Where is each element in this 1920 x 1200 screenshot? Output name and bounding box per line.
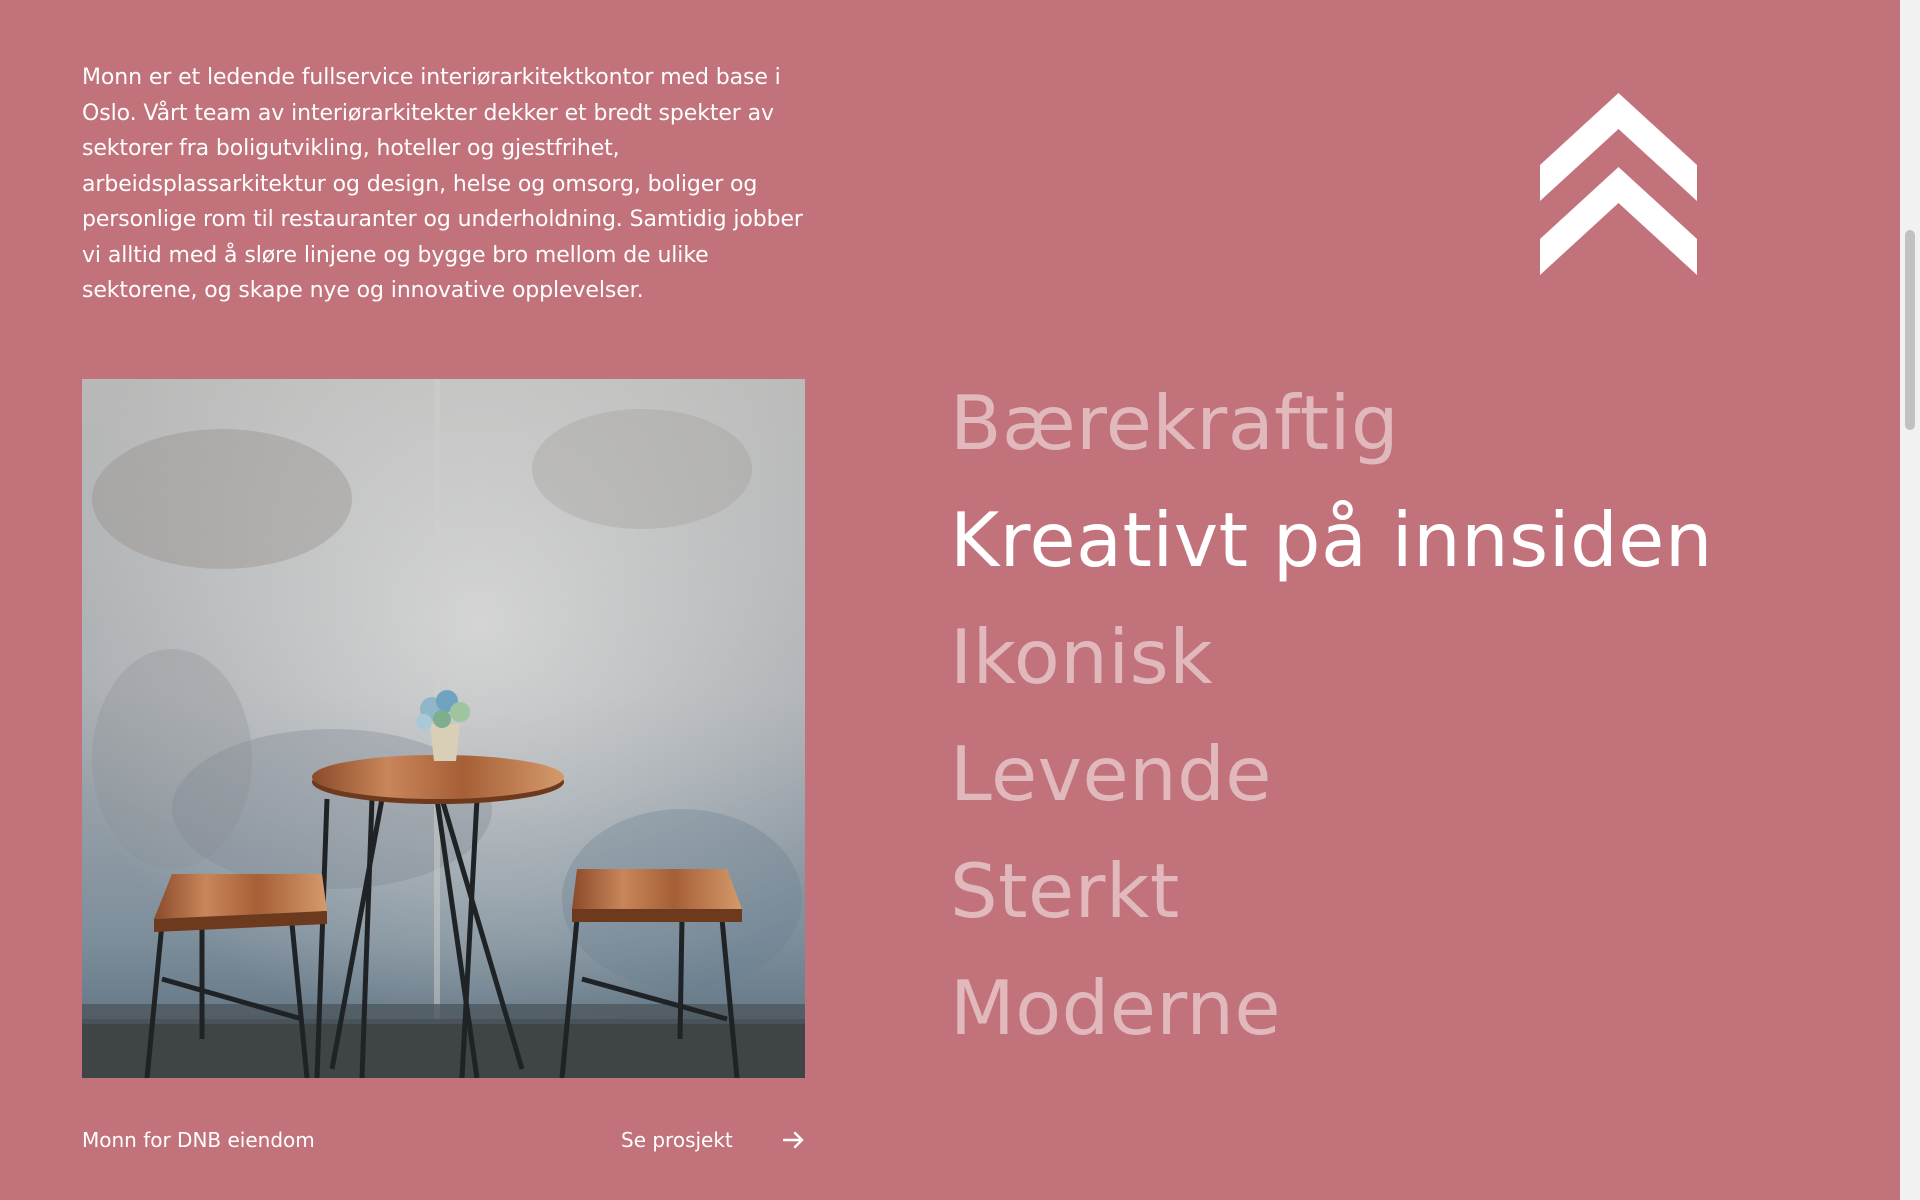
word-moderne[interactable]: Moderne [950,950,1713,1067]
see-project-link[interactable]: Se prosjekt [621,1126,805,1154]
word-kreativt-pa-innsiden[interactable]: Kreativt på innsiden [950,482,1713,599]
project-photo[interactable] [82,379,805,1078]
double-chevron-up-icon[interactable] [1540,93,1697,275]
scrollbar-thumb[interactable] [1905,230,1915,430]
see-project-label: Se prosjekt [621,1128,733,1152]
word-sterkt[interactable]: Sterkt [950,833,1713,950]
arrow-right-icon [783,1131,804,1149]
word-baerekraftig[interactable]: Bærekraftig [950,365,1713,482]
word-levende[interactable]: Levende [950,716,1713,833]
word-ikonisk[interactable]: Ikonisk [950,599,1713,716]
value-words-list: Bærekraftig Kreativt på innsiden Ikonisk… [950,365,1713,1067]
intro-text: Monn er et ledende fullservice interiøra… [82,65,803,303]
page: Monn er et ledende fullservice interiøra… [0,0,1900,1200]
project-title: Monn for DNB eiendom [82,1128,315,1152]
scrollbar[interactable] [1900,0,1920,1200]
